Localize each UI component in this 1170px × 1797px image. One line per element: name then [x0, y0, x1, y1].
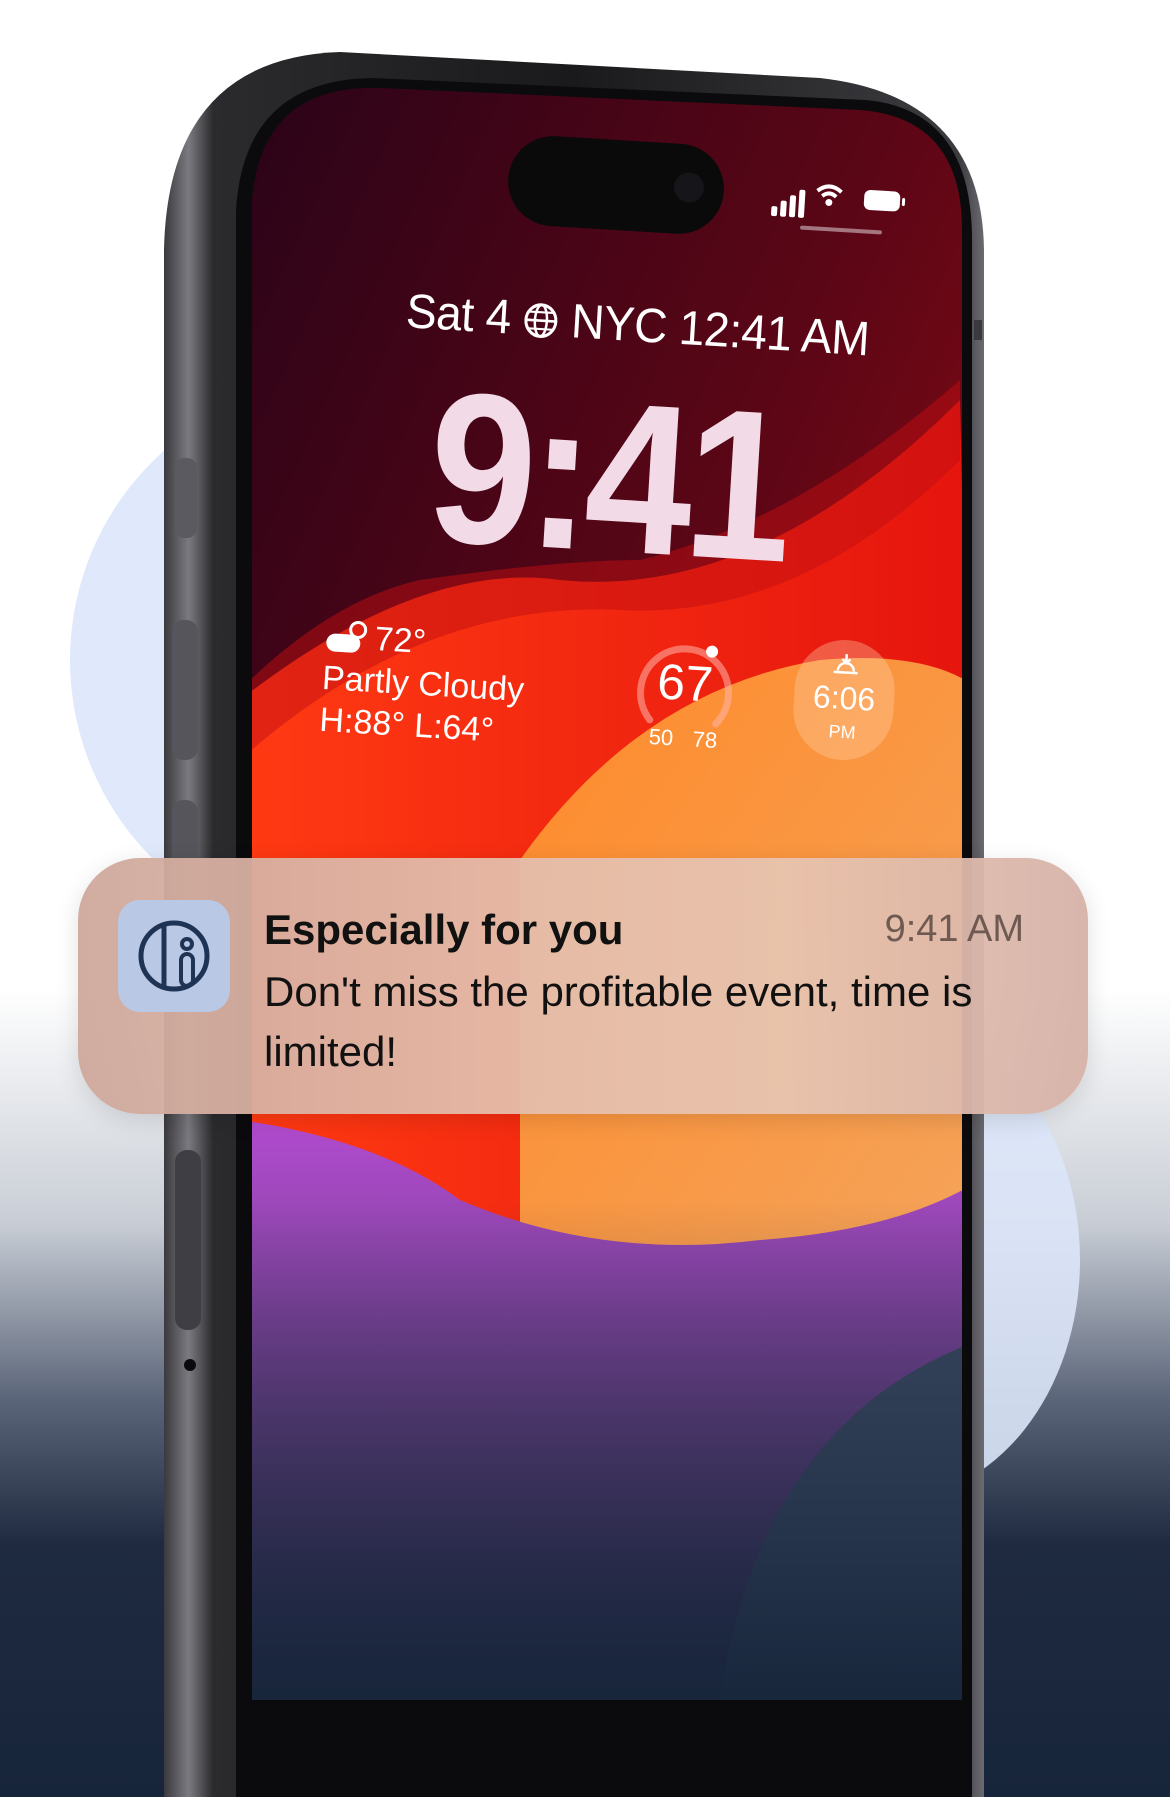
status-bar	[767, 176, 909, 224]
sunset-time: 6:06	[811, 678, 877, 718]
gauge-high: 78	[691, 726, 718, 754]
notification-banner[interactable]: Especially for you 9:41 AM Don't miss th…	[78, 858, 1088, 1114]
front-camera	[673, 171, 705, 204]
notification-title: Especially for you	[264, 906, 624, 953]
sunset-period: PM	[827, 721, 857, 743]
sunset-widget[interactable]: 6:06 PM	[790, 637, 898, 763]
notification-time: 9:41 AM	[884, 908, 1024, 950]
sunset-icon	[833, 654, 858, 675]
battery-icon	[863, 189, 901, 212]
side-button	[175, 458, 197, 538]
temperature-gauge-widget[interactable]: 67 50 78	[627, 627, 744, 753]
dynamic-island	[505, 133, 727, 237]
wifi-icon	[816, 184, 843, 206]
app-icon	[118, 900, 230, 1012]
weather-temperature: 72°	[373, 620, 428, 662]
notification-body: Don't miss the profitable event, time is…	[264, 968, 973, 1075]
weather-widget[interactable]: 72° Partly Cloudy H:88° L:64°	[318, 615, 528, 753]
side-button	[172, 620, 198, 760]
signal-icon	[770, 205, 778, 217]
globe-icon	[524, 303, 558, 338]
side-button	[175, 1150, 201, 1330]
date-text: Sat 4	[404, 283, 513, 344]
app-logo-icon	[138, 920, 210, 992]
lockscreen-clock: 9:41	[422, 347, 793, 608]
gauge-low: 50	[648, 723, 674, 751]
gauge-value: 67	[655, 653, 715, 713]
partly-cloudy-icon	[324, 619, 370, 656]
